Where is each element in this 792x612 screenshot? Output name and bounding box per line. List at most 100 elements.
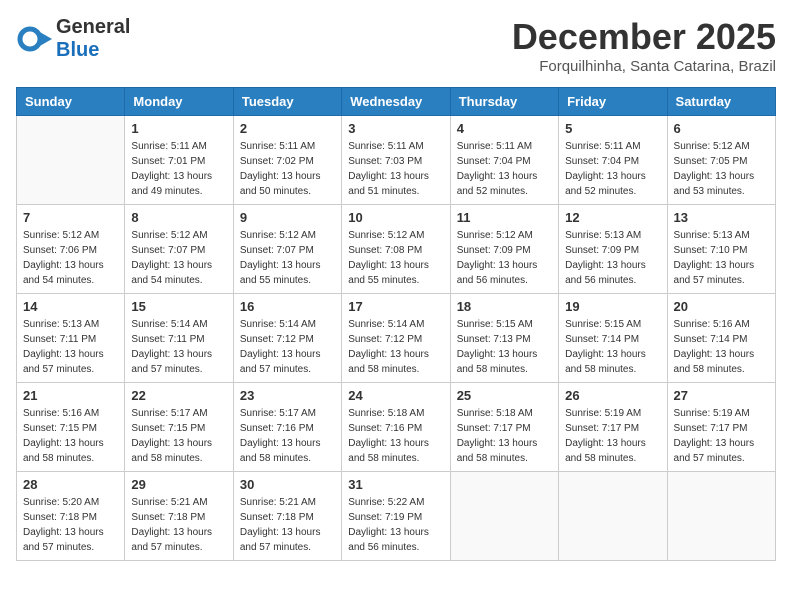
calendar-cell: 6 Sunrise: 5:12 AMSunset: 7:05 PMDaylight… [667, 116, 775, 205]
logo-general: General [56, 16, 130, 38]
calendar-cell: 12Sunrise: 5:13 AMSunset: 7:09 PMDayligh… [559, 205, 667, 294]
calendar-cell: 3 Sunrise: 5:11 AMSunset: 7:03 PMDaylight… [342, 116, 450, 205]
calendar-cell: 1 Sunrise: 5:11 AMSunset: 7:01 PMDaylight… [125, 116, 233, 205]
day-info: Sunrise: 5:13 AMSunset: 7:11 PMDaylight:… [23, 317, 118, 377]
day-info: Sunrise: 5:14 AMSunset: 7:11 PMDaylight:… [131, 317, 226, 377]
calendar-cell: 2 Sunrise: 5:11 AMSunset: 7:02 PMDaylight… [233, 116, 341, 205]
day-info: Sunrise: 5:12 AMSunset: 7:09 PMDaylight:… [457, 228, 552, 288]
calendar-cell: 25 Sunrise: 5:18 AMSunset: 7:17 PMDayligh… [450, 383, 558, 472]
day-info: Sunrise: 5:11 AMSunset: 7:03 PMDaylight:… [348, 139, 443, 199]
calendar-cell: 14 Sunrise: 5:13 AMSunset: 7:11 PMDayligh… [17, 294, 125, 383]
day-number: 31 [348, 477, 443, 492]
calendar: SundayMondayTuesdayWednesdayThursdayFrid… [16, 87, 776, 561]
day-info: Sunrise: 5:12 AMSunset: 7:07 PMDaylight:… [131, 228, 226, 288]
day-number: 16 [240, 299, 335, 314]
day-number: 8 [131, 210, 226, 225]
day-number: 4 [457, 121, 552, 136]
calendar-cell: 11 Sunrise: 5:12 AMSunset: 7:09 PMDayligh… [450, 205, 558, 294]
day-info: Sunrise: 5:18 AMSunset: 7:17 PMDaylight:… [457, 406, 552, 466]
day-number: 13 [674, 210, 769, 225]
calendar-cell: 24 Sunrise: 5:18 AMSunset: 7:16 PMDayligh… [342, 383, 450, 472]
day-info: Sunrise: 5:13 AMSunset: 7:10 PMDaylight:… [674, 228, 769, 288]
calendar-cell: 31 Sunrise: 5:22 AMSunset: 7:19 PMDayligh… [342, 472, 450, 561]
day-info: Sunrise: 5:11 AMSunset: 7:01 PMDaylight:… [131, 139, 226, 199]
calendar-cell: 17 Sunrise: 5:14 AMSunset: 7:12 PMDayligh… [342, 294, 450, 383]
weekday-header: Sunday [17, 88, 125, 116]
calendar-cell: 22 Sunrise: 5:17 AMSunset: 7:15 PMDayligh… [125, 383, 233, 472]
day-info: Sunrise: 5:19 AMSunset: 7:17 PMDaylight:… [674, 406, 769, 466]
location: Forquilhinha, Santa Catarina, Brazil [512, 58, 776, 75]
day-info: Sunrise: 5:19 AMSunset: 7:17 PMDaylight:… [565, 406, 660, 466]
day-info: Sunrise: 5:14 AMSunset: 7:12 PMDaylight:… [348, 317, 443, 377]
logo: General Blue [16, 16, 130, 62]
calendar-week-row: 21 Sunrise: 5:16 AMSunset: 7:15 PMDayligh… [17, 383, 776, 472]
day-number: 11 [457, 210, 552, 225]
day-number: 7 [23, 210, 118, 225]
day-info: Sunrise: 5:12 AMSunset: 7:05 PMDaylight:… [674, 139, 769, 199]
day-info: Sunrise: 5:16 AMSunset: 7:15 PMDaylight:… [23, 406, 118, 466]
weekday-header: Monday [125, 88, 233, 116]
day-number: 25 [457, 388, 552, 403]
calendar-cell [450, 472, 558, 561]
weekday-header: Thursday [450, 88, 558, 116]
day-number: 3 [348, 121, 443, 136]
day-number: 9 [240, 210, 335, 225]
day-number: 17 [348, 299, 443, 314]
day-info: Sunrise: 5:22 AMSunset: 7:19 PMDaylight:… [348, 495, 443, 555]
day-number: 27 [674, 388, 769, 403]
day-info: Sunrise: 5:11 AMSunset: 7:04 PMDaylight:… [457, 139, 552, 199]
logo-blue: Blue [56, 39, 99, 61]
day-number: 6 [674, 121, 769, 136]
calendar-cell: 20Sunrise: 5:16 AMSunset: 7:14 PMDayligh… [667, 294, 775, 383]
day-info: Sunrise: 5:21 AMSunset: 7:18 PMDaylight:… [131, 495, 226, 555]
calendar-cell: 27 Sunrise: 5:19 AMSunset: 7:17 PMDayligh… [667, 383, 775, 472]
calendar-week-row: 14 Sunrise: 5:13 AMSunset: 7:11 PMDayligh… [17, 294, 776, 383]
day-number: 30 [240, 477, 335, 492]
title-section: December 2025 Forquilhinha, Santa Catari… [512, 16, 776, 75]
day-number: 14 [23, 299, 118, 314]
day-info: Sunrise: 5:12 AMSunset: 7:07 PMDaylight:… [240, 228, 335, 288]
calendar-cell: 4 Sunrise: 5:11 AMSunset: 7:04 PMDaylight… [450, 116, 558, 205]
month-title: December 2025 [512, 16, 776, 58]
weekday-header: Tuesday [233, 88, 341, 116]
calendar-cell: 21 Sunrise: 5:16 AMSunset: 7:15 PMDayligh… [17, 383, 125, 472]
day-info: Sunrise: 5:11 AMSunset: 7:04 PMDaylight:… [565, 139, 660, 199]
calendar-cell: 15 Sunrise: 5:14 AMSunset: 7:11 PMDayligh… [125, 294, 233, 383]
calendar-cell: 10 Sunrise: 5:12 AMSunset: 7:08 PMDayligh… [342, 205, 450, 294]
day-number: 24 [348, 388, 443, 403]
day-number: 1 [131, 121, 226, 136]
day-number: 5 [565, 121, 660, 136]
day-number: 2 [240, 121, 335, 136]
calendar-cell [17, 116, 125, 205]
day-info: Sunrise: 5:21 AMSunset: 7:18 PMDaylight:… [240, 495, 335, 555]
weekday-header: Friday [559, 88, 667, 116]
day-number: 18 [457, 299, 552, 314]
weekday-header-row: SundayMondayTuesdayWednesdayThursdayFrid… [17, 88, 776, 116]
day-number: 22 [131, 388, 226, 403]
calendar-week-row: 7Sunrise: 5:12 AMSunset: 7:06 PMDaylight… [17, 205, 776, 294]
weekday-header: Wednesday [342, 88, 450, 116]
calendar-cell: 19Sunrise: 5:15 AMSunset: 7:14 PMDayligh… [559, 294, 667, 383]
day-number: 23 [240, 388, 335, 403]
day-info: Sunrise: 5:18 AMSunset: 7:16 PMDaylight:… [348, 406, 443, 466]
calendar-week-row: 28Sunrise: 5:20 AMSunset: 7:18 PMDayligh… [17, 472, 776, 561]
day-info: Sunrise: 5:12 AMSunset: 7:08 PMDaylight:… [348, 228, 443, 288]
calendar-cell: 28Sunrise: 5:20 AMSunset: 7:18 PMDayligh… [17, 472, 125, 561]
day-info: Sunrise: 5:17 AMSunset: 7:15 PMDaylight:… [131, 406, 226, 466]
weekday-header: Saturday [667, 88, 775, 116]
calendar-cell: 13 Sunrise: 5:13 AMSunset: 7:10 PMDayligh… [667, 205, 775, 294]
day-number: 26 [565, 388, 660, 403]
calendar-cell: 26 Sunrise: 5:19 AMSunset: 7:17 PMDayligh… [559, 383, 667, 472]
day-number: 20 [674, 299, 769, 314]
day-info: Sunrise: 5:13 AMSunset: 7:09 PMDaylight:… [565, 228, 660, 288]
calendar-week-row: 1 Sunrise: 5:11 AMSunset: 7:01 PMDaylight… [17, 116, 776, 205]
day-number: 28 [23, 477, 118, 492]
day-number: 15 [131, 299, 226, 314]
day-number: 10 [348, 210, 443, 225]
day-number: 21 [23, 388, 118, 403]
page-header: General Blue December 2025 Forquilhinha,… [16, 16, 776, 75]
day-info: Sunrise: 5:14 AMSunset: 7:12 PMDaylight:… [240, 317, 335, 377]
day-info: Sunrise: 5:17 AMSunset: 7:16 PMDaylight:… [240, 406, 335, 466]
day-info: Sunrise: 5:11 AMSunset: 7:02 PMDaylight:… [240, 139, 335, 199]
calendar-cell: 8 Sunrise: 5:12 AMSunset: 7:07 PMDaylight… [125, 205, 233, 294]
